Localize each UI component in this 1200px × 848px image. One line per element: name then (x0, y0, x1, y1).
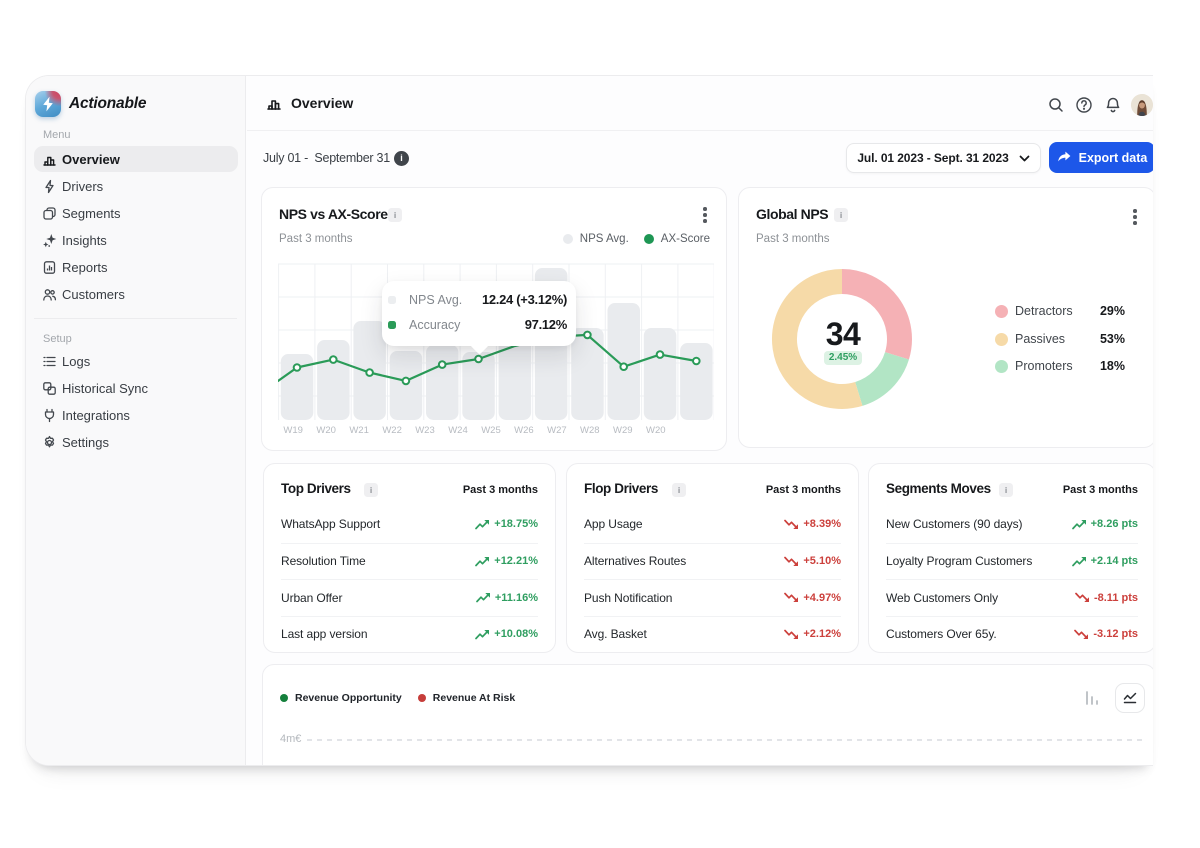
svg-text:W28: W28 (580, 425, 600, 436)
svg-text:W23: W23 (415, 425, 435, 436)
svg-text:W21: W21 (349, 425, 369, 436)
svg-text:W29: W29 (613, 425, 633, 436)
svg-text:W22: W22 (382, 425, 402, 436)
svg-text:W27: W27 (547, 425, 567, 436)
svg-text:W25: W25 (481, 425, 501, 436)
svg-text:W24: W24 (448, 425, 468, 436)
svg-text:W20: W20 (316, 425, 336, 436)
svg-text:W20: W20 (646, 425, 666, 436)
svg-text:W26: W26 (514, 425, 534, 436)
svg-text:W19: W19 (283, 425, 303, 436)
